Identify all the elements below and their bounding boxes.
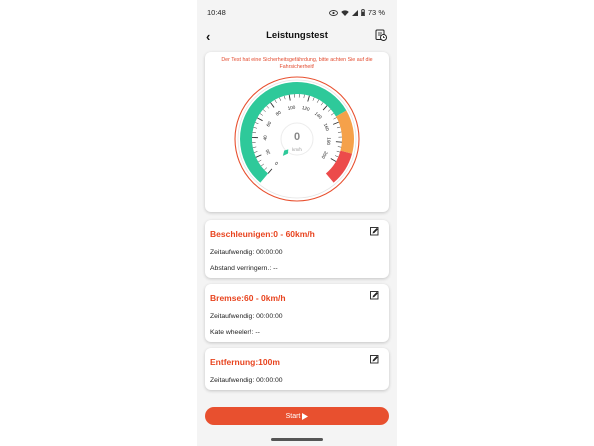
gauge-tick-label: 0: [274, 160, 280, 166]
gauge-needle: [282, 149, 289, 156]
gauge-tick: [279, 97, 282, 101]
start-button[interactable]: Start: [205, 407, 389, 425]
gauge-tick: [260, 163, 265, 167]
gauge-tick-label: 40: [263, 135, 268, 141]
battery-percent: 73 %: [367, 8, 385, 17]
gauge-tick: [334, 155, 339, 158]
gauge-tick: [266, 105, 270, 109]
gauge-tick-label: 80: [275, 110, 282, 117]
gauge-tick: [255, 122, 259, 125]
distance-label: Abstand verringern.: --: [210, 265, 278, 272]
status-bar: 10:48 73 %: [197, 0, 397, 24]
speedometer: 020406080100 1201401601802000km/h: [234, 76, 360, 202]
gauge-tick: [274, 99, 277, 104]
gauge-tick: [336, 126, 341, 129]
test-card-acceleration[interactable]: Beschleunigen:0 - 60km/h Zeitaufwendig: …: [205, 220, 389, 278]
gauge-tick: [307, 95, 310, 102]
gauge-tick: [337, 131, 342, 133]
gauge-tick: [254, 151, 258, 153]
gauge-tick: [264, 167, 268, 171]
gauge-tick: [255, 154, 262, 158]
gauge-tick: [257, 117, 263, 122]
gauge-tick: [337, 146, 342, 148]
gauge-band-orange: [335, 110, 354, 154]
edit-icon[interactable]: [370, 355, 379, 364]
gauge-tick: [288, 94, 291, 101]
play-icon: [302, 412, 309, 420]
gauge-tick-label: 140: [314, 111, 323, 120]
gauge-tick: [252, 146, 257, 148]
status-icons: 73 %: [328, 8, 385, 17]
eye-icon: [328, 9, 338, 16]
gauge-tick: [327, 108, 331, 112]
gauge-tick: [258, 159, 262, 163]
gauge-tick-label: 160: [323, 123, 331, 132]
gauge-band-red: [325, 150, 353, 183]
app-bar: ‹ Leistungstest: [197, 26, 397, 48]
start-label: Start: [285, 412, 301, 420]
test-title: Beschleunigen:0 - 60km/h: [210, 229, 315, 239]
page-title: Leistungstest: [266, 30, 328, 41]
gauge-tick: [267, 168, 273, 174]
gauge-tick: [252, 132, 256, 134]
speed-value: 0: [294, 131, 300, 143]
edit-icon[interactable]: [370, 291, 379, 300]
gauge-tick-label: 60: [266, 120, 273, 127]
battery-icon: [360, 9, 365, 16]
wifi-icon: [341, 9, 349, 16]
gauge-tick: [333, 117, 337, 120]
gauge-tick-label: 120: [301, 105, 310, 112]
gauge-tick: [332, 121, 339, 125]
gauge-tick: [270, 102, 275, 108]
gauge-tick: [283, 95, 286, 100]
test-title: Bremse:60 - 0km/h: [210, 293, 286, 303]
gauge-tick: [330, 112, 335, 116]
time-label: Zeitaufwendig: 00:00:00: [210, 377, 283, 384]
signal-icon: [351, 9, 358, 16]
gauge-tick: [303, 94, 305, 99]
gauge-tick: [330, 158, 337, 162]
phone-screen: 10:48 73 % ‹ Leistungstest Der Test hat …: [197, 0, 397, 446]
gauge-tick-label: 180: [326, 137, 332, 145]
gauge-tick: [259, 113, 263, 116]
extra-label: Kate wheeler!: --: [210, 329, 260, 336]
gauge-tick-label: 200: [320, 150, 328, 160]
gauge-tick: [312, 97, 315, 101]
time-label: Zeitaufwendig: 00:00:00: [210, 249, 283, 256]
test-card-distance[interactable]: Entfernung:100m Zeitaufwendig: 00:00:00: [205, 348, 389, 390]
gauge-tick-label: 20: [264, 148, 271, 155]
time-label: Zeitaufwendig: 00:00:00: [210, 313, 283, 320]
gauge-tick: [320, 102, 324, 106]
speedometer-card: Der Test hat eine Sicherheitsgefährdung,…: [205, 52, 389, 212]
test-title: Entfernung:100m: [210, 357, 280, 367]
status-time: 10:48: [207, 8, 226, 17]
test-card-braking[interactable]: Bremse:60 - 0km/h Zeitaufwendig: 00:00:0…: [205, 284, 389, 342]
gauge-tick: [336, 150, 341, 153]
gauge-tick: [253, 127, 257, 129]
gauge-tick: [316, 99, 320, 103]
history-icon[interactable]: [375, 29, 387, 41]
speed-unit: km/h: [292, 147, 302, 152]
home-indicator[interactable]: [271, 438, 323, 441]
gauge-tick-label: 100: [287, 104, 296, 110]
edit-icon[interactable]: [370, 227, 379, 236]
gauge-tick: [322, 105, 328, 111]
gauge-tick: [262, 109, 266, 112]
